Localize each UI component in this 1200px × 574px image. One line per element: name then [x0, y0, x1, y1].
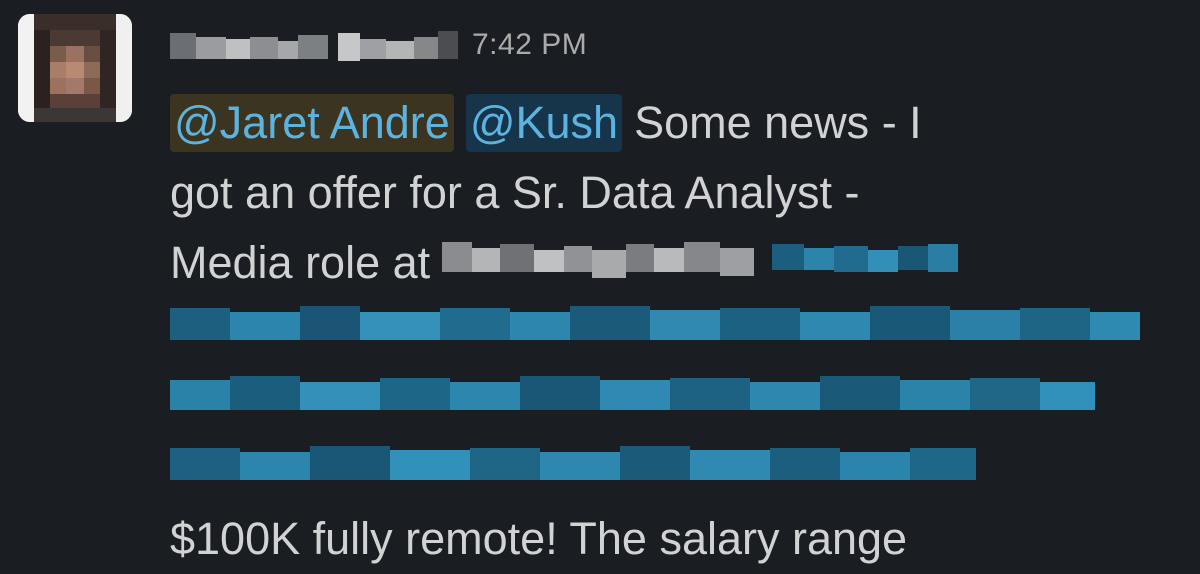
message-line-2: got an offer for a Sr. Data Analyst - [170, 158, 1180, 228]
job-link-redacted-part-3[interactable] [170, 368, 1100, 438]
message-text-line-2: got an offer for a Sr. Data Analyst - [170, 167, 860, 218]
message-link-line-2[interactable] [170, 368, 1180, 438]
message-text-last-line: $100K fully remote! The salary range [170, 513, 908, 564]
chat-message: 7:42 PM @Jaret Andre @Kush Some news - I… [0, 0, 1200, 574]
mention-jaret-andre[interactable]: @Jaret Andre [170, 94, 454, 152]
job-link-redacted-part-4[interactable] [170, 438, 980, 508]
company-name-redacted [442, 228, 760, 298]
message-text-line-1: Some news - I [634, 97, 922, 148]
job-link-redacted-part-2[interactable] [170, 298, 1145, 368]
message-link-line-3[interactable] [170, 438, 1180, 508]
message-header: 7:42 PM [170, 20, 587, 70]
author-name-redacted[interactable] [170, 27, 460, 63]
job-link-redacted-part-1[interactable] [772, 228, 962, 298]
message-body: @Jaret Andre @Kush Some news - I got an … [170, 88, 1180, 508]
message-line-3: Media role at [170, 228, 1180, 298]
user-avatar-pixelated-icon [18, 14, 132, 122]
mention-kush[interactable]: @Kush [465, 94, 623, 152]
avatar[interactable] [18, 14, 132, 122]
message-line-1: @Jaret Andre @Kush Some news - I [170, 88, 1180, 158]
message-timestamp[interactable]: 7:42 PM [472, 28, 587, 62]
message-link-line-1[interactable] [170, 298, 1180, 368]
message-text-line-3: Media role at [170, 237, 431, 288]
